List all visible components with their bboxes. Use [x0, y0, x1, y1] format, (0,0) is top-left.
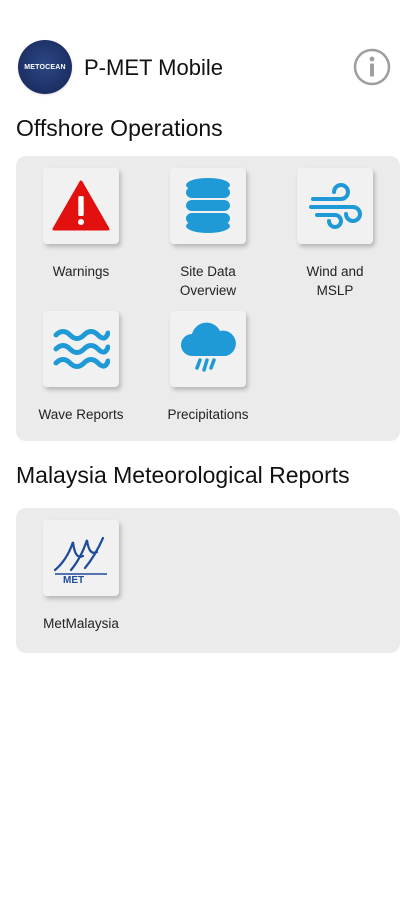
app-header: METOCEAN P-MET Mobile [0, 0, 415, 110]
precipitations-button[interactable] [170, 311, 246, 387]
logo-text: METOCEAN [24, 63, 66, 71]
tile-label: Site Data Overview [179, 264, 237, 298]
wave-reports-button[interactable] [43, 311, 119, 387]
section-title-malaysia-meteorological-reports: Malaysia Meteorological Reports [16, 462, 350, 488]
info-button[interactable] [353, 48, 391, 86]
malaysia-meteorological-card: MET MetMalaysia [16, 508, 400, 653]
tile-wave-reports[interactable]: Wave Reports [21, 311, 141, 424]
warning-triangle-icon [52, 180, 110, 231]
tile-warnings[interactable]: Warnings [21, 168, 141, 281]
rain-cloud-icon [181, 322, 236, 372]
metocean-logo: METOCEAN [18, 40, 72, 94]
tile-wind-and-mslp[interactable]: Wind and MSLP [275, 168, 395, 300]
tile-label: Precipitations [167, 407, 249, 422]
tile-site-data-overview[interactable]: Site Data Overview [148, 168, 268, 300]
warnings-button[interactable] [43, 168, 119, 244]
offshore-operations-card: Warnings Site Data Overview Wind and MSL… [16, 156, 400, 441]
tile-label: Warnings [52, 264, 110, 279]
tile-precipitations[interactable]: Precipitations [148, 311, 268, 424]
tile-label: MetMalaysia [43, 616, 119, 631]
database-icon [186, 178, 230, 233]
tile-label: Wind and MSLP [306, 264, 364, 298]
site-data-overview-button[interactable] [170, 168, 246, 244]
app-title: P-MET Mobile [84, 55, 223, 80]
info-circle-icon [353, 48, 391, 86]
tile-label: Wave Reports [38, 407, 124, 422]
tile-metmalaysia[interactable]: MET MetMalaysia [21, 520, 141, 633]
section-title-offshore-operations: Offshore Operations [16, 115, 223, 141]
wind-icon [309, 183, 362, 229]
wind-and-mslp-button[interactable] [297, 168, 373, 244]
metmalaysia-button[interactable]: MET [43, 520, 119, 596]
waves-icon [53, 329, 110, 369]
svg-text:MET: MET [63, 575, 84, 586]
metmalaysia-logo-icon: MET [53, 536, 107, 586]
